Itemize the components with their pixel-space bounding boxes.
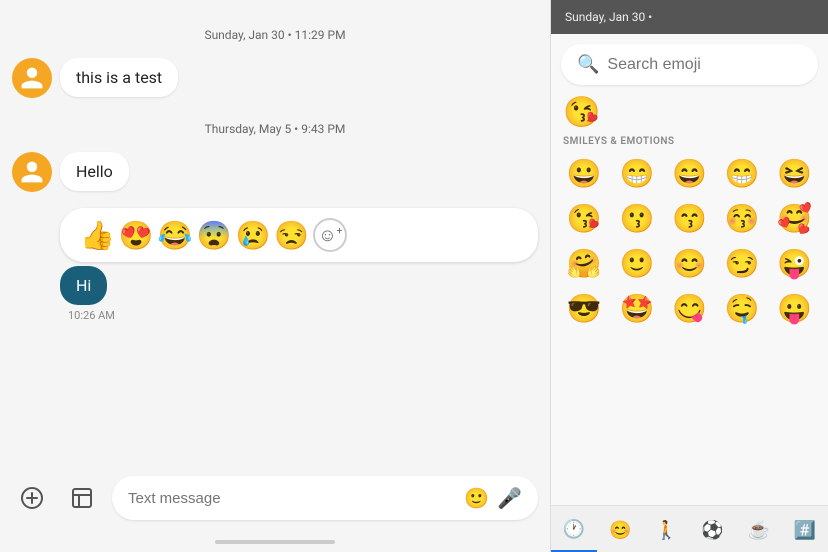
message-input[interactable] bbox=[128, 490, 456, 507]
emoji-reactions: 👍 😍 😂 😨 😢 😒 ☺+ bbox=[60, 208, 538, 262]
emoji-cell[interactable]: 😊 bbox=[664, 243, 715, 284]
emoji-cell[interactable]: 😁 bbox=[612, 153, 663, 194]
search-icon: 🔍 bbox=[577, 54, 599, 75]
emoji-cell[interactable]: 😘 bbox=[559, 198, 610, 239]
messages-area: Sunday, Jan 30 • 11:29 PM this is a test… bbox=[0, 0, 550, 466]
recent-icon: 🕐 bbox=[563, 519, 585, 540]
scroll-indicator bbox=[215, 540, 335, 544]
emoji-grid-row4: 😎 🤩 😋 🤤 😛 bbox=[551, 286, 828, 331]
sent-message-row: Hi 10:26 AM bbox=[60, 266, 538, 322]
emoji-cell[interactable]: 🤩 bbox=[612, 288, 663, 329]
reaction-thumbsup[interactable]: 👍 bbox=[80, 219, 115, 252]
emoji-cell[interactable]: 😚 bbox=[717, 198, 768, 239]
emoji-search-input[interactable] bbox=[607, 56, 814, 74]
emoji-grid-row3: 🤗 🙂 😊 😏 😜 bbox=[551, 241, 828, 286]
message-bubble-2: Hello bbox=[60, 152, 129, 191]
emoji-cell[interactable]: 🙂 bbox=[612, 243, 663, 284]
emoji-cell[interactable]: 😙 bbox=[664, 198, 715, 239]
reaction-unamused[interactable]: 😒 bbox=[274, 219, 309, 252]
emoji-panel-header: Sunday, Jan 30 • bbox=[551, 0, 828, 34]
messages-panel: Sunday, Jan 30 • 11:29 PM this is a test… bbox=[0, 0, 550, 552]
add-emoji-button[interactable]: ☺+ bbox=[313, 218, 347, 252]
message-row-2: Hello bbox=[12, 152, 538, 192]
emoji-cell[interactable]: 😎 bbox=[559, 288, 610, 329]
recent-emoji[interactable]: 😘 bbox=[551, 91, 828, 132]
emoji-input-icon[interactable]: 🙂 bbox=[464, 486, 489, 510]
emoji-cell[interactable]: 😆 bbox=[769, 153, 820, 194]
emoji-cell[interactable]: 😗 bbox=[612, 198, 663, 239]
emoji-cell[interactable]: 😄 bbox=[664, 153, 715, 194]
smileys-icon: 😊 bbox=[609, 520, 631, 541]
emoji-search-bar[interactable]: 🔍 bbox=[561, 44, 818, 85]
emoji-grid-row1: 😀 😁 😄 😁 😆 bbox=[551, 151, 828, 196]
activities-icon: ⚽ bbox=[701, 520, 723, 541]
category-recent[interactable]: 🕐 bbox=[551, 506, 597, 552]
emoji-section-label: SMILEYS & EMOTIONS bbox=[551, 132, 828, 151]
emoji-cell[interactable]: 😛 bbox=[769, 288, 820, 329]
emoji-cell[interactable]: 😏 bbox=[717, 243, 768, 284]
avatar-2 bbox=[12, 152, 52, 192]
mic-icon[interactable]: 🎤 bbox=[497, 486, 522, 510]
emoji-panel: Sunday, Jan 30 • 🔍 😘 SMILEYS & EMOTIONS … bbox=[550, 0, 828, 552]
reaction-shocked[interactable]: 😨 bbox=[197, 219, 232, 252]
emoji-cell[interactable]: 😀 bbox=[559, 153, 610, 194]
reaction-heart-eyes[interactable]: 😍 bbox=[119, 219, 154, 252]
emoji-grid-row2: 😘 😗 😙 😚 🥰 bbox=[551, 196, 828, 241]
sent-bubble: Hi bbox=[60, 266, 107, 305]
emoji-cell[interactable]: 😜 bbox=[769, 243, 820, 284]
emoji-cell[interactable]: 😋 bbox=[664, 288, 715, 329]
reaction-crying[interactable]: 😢 bbox=[236, 219, 271, 252]
category-people[interactable]: 🚶 bbox=[643, 507, 689, 551]
reaction-laughing[interactable]: 😂 bbox=[158, 219, 193, 252]
emoji-cell[interactable]: 🤗 bbox=[559, 243, 610, 284]
people-icon: 🚶 bbox=[655, 520, 677, 541]
add-button[interactable] bbox=[12, 478, 52, 518]
sent-time: 10:26 AM bbox=[60, 309, 115, 322]
objects-icon: ☕ bbox=[748, 520, 770, 541]
text-input-container[interactable]: 🙂 🎤 bbox=[112, 476, 538, 520]
emoji-category-bar: 🕐 😊 🚶 ⚽ ☕ #️⃣ bbox=[551, 505, 828, 552]
message-bubble-1: this is a test bbox=[60, 58, 178, 97]
symbols-icon: #️⃣ bbox=[794, 520, 816, 541]
category-symbols[interactable]: #️⃣ bbox=[782, 507, 828, 551]
attachment-button[interactable] bbox=[62, 478, 102, 518]
message-row-1: this is a test bbox=[12, 58, 538, 98]
avatar-1 bbox=[12, 58, 52, 98]
category-activities[interactable]: ⚽ bbox=[690, 507, 736, 551]
category-smileys[interactable]: 😊 bbox=[597, 507, 643, 551]
input-bar: 🙂 🎤 bbox=[0, 466, 550, 536]
date-divider-1: Sunday, Jan 30 • 11:29 PM bbox=[12, 16, 538, 58]
category-objects[interactable]: ☕ bbox=[736, 507, 782, 551]
emoji-cell[interactable]: 🤤 bbox=[717, 288, 768, 329]
emoji-cell[interactable]: 😁 bbox=[717, 153, 768, 194]
emoji-cell[interactable]: 🥰 bbox=[769, 198, 820, 239]
date-divider-2: Thursday, May 5 • 9:43 PM bbox=[12, 110, 538, 152]
